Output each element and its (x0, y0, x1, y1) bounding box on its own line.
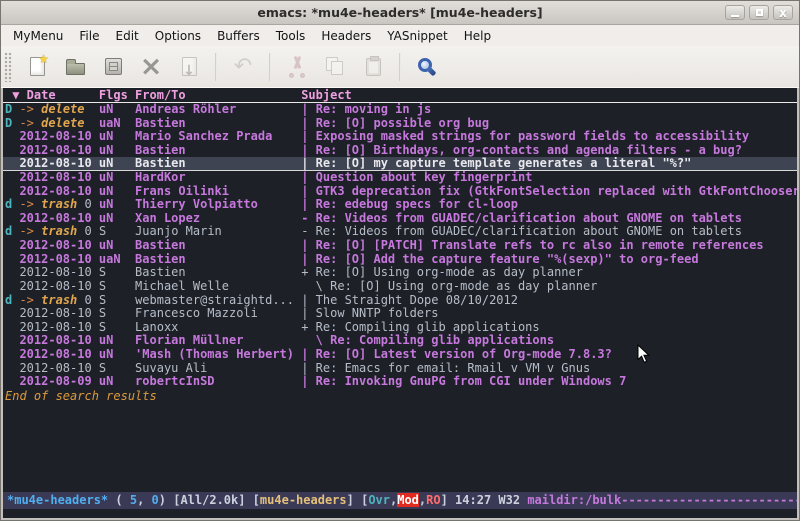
message-row[interactable]: 2012-08-10 uN Bastien | Re: [O] Birthday… (3, 144, 797, 158)
message-row[interactable]: 2012-08-10 uN Bastien | Re: [O] my captu… (3, 157, 797, 171)
message-row[interactable]: 2012-08-10 uN 'Mash (Thomas Herbert) | R… (3, 348, 797, 362)
message-row[interactable]: 2012-08-10 uaN Bastien | Re: [O] Add the… (3, 253, 797, 267)
mu4e-headers-buffer: ▼ Date Flgs From/To Subject D -> delete … (1, 88, 799, 520)
emacs-window: emacs: *mu4e-headers* [mu4e-headers] x M… (0, 0, 800, 521)
titlebar[interactable]: emacs: *mu4e-headers* [mu4e-headers] x (1, 1, 799, 25)
modeline-segment-buffer: *mu4e-headers* (7, 493, 108, 507)
search-icon[interactable] (413, 53, 441, 81)
menu-item-tools[interactable]: Tools (268, 27, 314, 45)
maximize-icon[interactable] (749, 5, 769, 20)
message-row[interactable]: 2012-08-10 uN Xan Lopez - Re: Videos fro… (3, 212, 797, 226)
menu-item-help[interactable]: Help (456, 27, 499, 45)
message-row[interactable]: 2012-08-10 uN Frans Oilinki | GTK3 depre… (3, 185, 797, 199)
modeline-segment-plain: ) [All/2.0k] [ (159, 493, 260, 507)
message-row[interactable]: 2012-08-10 uN Florian Müllner \ Re: Comp… (3, 334, 797, 348)
window-controls: x (725, 5, 793, 20)
menu-item-options[interactable]: Options (147, 27, 209, 45)
modeline-segment-mode: mu4e-headers (260, 493, 347, 507)
end-of-results: End of search results (3, 389, 797, 403)
message-row[interactable]: 2012-08-10 uN HardKor | Question about k… (3, 171, 797, 185)
modeline-segment-mod: Mod (397, 493, 419, 507)
message-row[interactable]: d -> trash 0 S Juanjo Marin - Re: Videos… (3, 225, 797, 239)
menu-item-headers[interactable]: Headers (313, 27, 379, 45)
save-as-icon[interactable]: ↓ (175, 53, 203, 81)
message-row[interactable]: D -> delete uN Andreas Röhler | Re: movi… (3, 103, 797, 117)
menu-item-file[interactable]: File (71, 27, 107, 45)
message-row[interactable]: 2012-08-10 S Suvayu Ali | Re: Emacs for … (3, 362, 797, 376)
message-row[interactable]: 2012-08-10 uN Mario Sanchez Prada | Expo… (3, 130, 797, 144)
column-headers[interactable]: ▼ Date Flgs From/To Subject (3, 88, 797, 103)
new-file-icon[interactable]: ★ (23, 53, 51, 81)
open-folder-icon[interactable] (61, 53, 89, 81)
modeline-segment-ro: RO (426, 493, 440, 507)
menu-item-yasnippet[interactable]: YASnippet (379, 27, 456, 45)
message-row[interactable]: D -> delete uaN Bastien | Re: [O] possib… (3, 117, 797, 131)
modeline-segment-plain: , (137, 493, 151, 507)
message-row[interactable]: 2012-08-09 uN robertcInSD | Re: Invoking… (3, 375, 797, 389)
message-row[interactable]: 2012-08-10 uN Bastien | Re: [O] [PATCH] … (3, 239, 797, 253)
toolbar-grip[interactable] (4, 52, 12, 82)
save-icon[interactable] (99, 53, 127, 81)
message-row[interactable]: 2012-08-10 S Francesco Mazzoli | Slow NN… (3, 307, 797, 321)
menu-item-mymenu[interactable]: MyMenu (5, 27, 71, 45)
copy-icon[interactable] (321, 53, 349, 81)
modeline-segment-path: maildir:/bulk (527, 493, 621, 507)
close-buffer-icon[interactable]: × (137, 53, 165, 81)
modeline-segment-num: 5 (130, 493, 137, 507)
cut-icon[interactable] (283, 53, 311, 81)
echo-area[interactable] (3, 509, 797, 518)
modeline-segment-plain: ] [ (347, 493, 369, 507)
menu-bar: MyMenuFileEditOptionsBuffersToolsHeaders… (1, 25, 799, 46)
empty-buffer-space (3, 403, 797, 492)
undo-icon[interactable]: ↶ (229, 53, 257, 81)
paste-icon[interactable] (359, 53, 387, 81)
message-row[interactable]: d -> trash 0 S webmaster@straightd... | … (3, 294, 797, 308)
mode-line[interactable]: *mu4e-headers* ( 5, 0) [All/2.0k] [mu4e-… (3, 492, 797, 509)
message-row[interactable]: 2012-08-10 S Michael Welle \ Re: [O] Usi… (3, 280, 797, 294)
modeline-segment-num: 0 (152, 493, 159, 507)
close-icon[interactable]: x (773, 5, 793, 20)
modeline-segment-dashes: ----------------------------------------… (621, 493, 797, 507)
toolbar-separator (399, 53, 401, 81)
menu-item-edit[interactable]: Edit (108, 27, 147, 45)
toolbar: ★ × ↓ ↶ (1, 46, 799, 88)
toolbar-separator (215, 53, 217, 81)
message-row[interactable]: 2012-08-10 S Bastien + Re: [O] Using org… (3, 266, 797, 280)
toolbar-separator (269, 53, 271, 81)
menu-item-buffers[interactable]: Buffers (209, 27, 268, 45)
minimize-icon[interactable] (725, 5, 745, 20)
message-list: D -> delete uN Andreas Röhler | Re: movi… (3, 103, 797, 389)
window-title: emacs: *mu4e-headers* [mu4e-headers] (1, 5, 799, 20)
modeline-segment-plain: ] 14:27 W32 (441, 493, 528, 507)
modeline-segment-ovr: Ovr (368, 493, 390, 507)
modeline-segment-plain: ( (108, 493, 130, 507)
message-row[interactable]: 2012-08-10 S Lanoxx + Re: Compiling glib… (3, 321, 797, 335)
message-row[interactable]: d -> trash 0 uN Thierry Volpiatto | Re: … (3, 198, 797, 212)
